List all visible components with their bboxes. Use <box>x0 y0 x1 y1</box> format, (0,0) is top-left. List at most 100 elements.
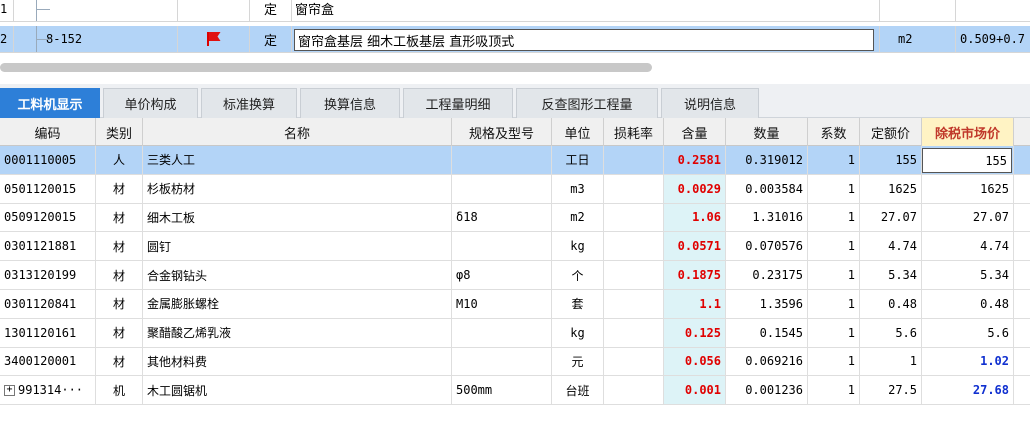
cell-spec[interactable]: 500mm <box>452 376 552 405</box>
cell-quota-price[interactable]: 5.6 <box>860 318 922 347</box>
cell-quota-price[interactable]: 0.48 <box>860 290 922 318</box>
cell-name[interactable]: 木工圆锯机 <box>143 376 452 405</box>
cell-spec[interactable] <box>452 232 552 261</box>
tab-reverse-lookup[interactable]: 反查图形工程量 <box>516 88 658 118</box>
cell-name[interactable]: 圆钉 <box>143 232 452 261</box>
cell-name[interactable]: 细木工板 <box>143 203 452 232</box>
header-quota-price[interactable]: 定额价 <box>860 118 922 146</box>
top-row-2[interactable]: 2 8-152 定 窗帘盒基层 细木工板基层 直形吸顶式 m2 0.509+0.… <box>0 26 1030 53</box>
name-cell[interactable]: 窗帘盒 <box>292 0 880 21</box>
cell-content[interactable]: 1.1 <box>664 290 726 318</box>
header-unit[interactable]: 单位 <box>552 118 604 146</box>
cell-extra[interactable] <box>1014 290 1030 318</box>
cell-category[interactable]: 材 <box>96 232 143 261</box>
cell-loss-rate[interactable] <box>604 261 664 289</box>
table-row[interactable]: 0313120199 材 合金钢钻头 φ8 个 0.1875 0.23175 1 5.34 5.3… <box>0 261 1030 290</box>
cell-extra[interactable] <box>1014 319 1030 347</box>
cell-category[interactable]: 机 <box>96 376 143 405</box>
cell-coefficient[interactable]: 1 <box>808 347 860 376</box>
table-row[interactable]: 0001110005 人 三类人工 工日 0.2581 0.319012 1 155 155 <box>0 146 1030 175</box>
cell-content[interactable]: 0.056 <box>664 347 726 376</box>
cell-code[interactable]: 0313120199 <box>0 261 96 289</box>
cell-amount[interactable]: 1.3596 <box>726 290 808 318</box>
cell-coefficient[interactable]: 1 <box>808 203 860 232</box>
header-category[interactable]: 类别 <box>96 118 143 146</box>
cell-market-price[interactable]: 0.48 <box>922 290 1014 318</box>
expand-icon[interactable]: + <box>4 384 15 396</box>
cell-coefficient[interactable]: 1 <box>808 318 860 347</box>
cell-unit[interactable]: 元 <box>552 347 604 376</box>
cell-spec[interactable]: φ8 <box>452 261 552 289</box>
cell-code[interactable]: 0501120015 <box>0 174 96 203</box>
cell-quota-price[interactable]: 1 <box>860 347 922 376</box>
cell-code[interactable]: +991314··· <box>0 376 96 405</box>
tab-labor-material[interactable]: 工料机显示 <box>0 88 100 118</box>
cell-content[interactable]: 1.06 <box>664 203 726 232</box>
cell-extra[interactable] <box>1014 232 1030 260</box>
cell-code[interactable]: 1301120161 <box>0 318 96 347</box>
cell-quota-price[interactable]: 27.5 <box>860 376 922 405</box>
tab-quantity-detail[interactable]: 工程量明细 <box>403 88 513 118</box>
cell-category[interactable]: 材 <box>96 290 143 318</box>
cell-category[interactable]: 材 <box>96 174 143 203</box>
cell-market-price[interactable]: 155 <box>922 146 1014 174</box>
cell-amount[interactable]: 0.23175 <box>726 261 808 289</box>
cell-market-price[interactable]: 5.34 <box>922 261 1014 289</box>
cell-loss-rate[interactable] <box>604 318 664 347</box>
header-market-price[interactable]: 除税市场价 <box>922 118 1014 146</box>
cell-unit[interactable]: m3 <box>552 174 604 203</box>
cell-quota-price[interactable]: 27.07 <box>860 203 922 232</box>
top-row-1[interactable]: 1 定 窗帘盒 <box>0 0 1030 22</box>
cell-amount[interactable]: 0.069216 <box>726 347 808 376</box>
cell-name[interactable]: 聚醋酸乙烯乳液 <box>143 318 452 347</box>
table-row[interactable]: +991314··· 机 木工圆锯机 500mm 台班 0.001 0.001236 1 27.… <box>0 376 1030 406</box>
header-name[interactable]: 名称 <box>143 118 452 146</box>
cell-quota-price[interactable]: 1625 <box>860 174 922 203</box>
cell-coefficient[interactable]: 1 <box>808 232 860 261</box>
cell-code[interactable]: 0301120841 <box>0 290 96 318</box>
cell-category[interactable]: 材 <box>96 261 143 289</box>
cell-extra[interactable] <box>1014 204 1030 232</box>
cell-spec[interactable]: δ18 <box>452 203 552 232</box>
cell-amount[interactable]: 0.001236 <box>726 376 808 405</box>
cell-unit[interactable]: 套 <box>552 290 604 318</box>
cell-market-price[interactable]: 27.07 <box>922 203 1014 232</box>
cell-quota-price[interactable]: 155 <box>860 146 922 174</box>
cell-coefficient[interactable]: 1 <box>808 146 860 174</box>
cell-content[interactable]: 0.001 <box>664 376 726 405</box>
cell-market-price[interactable]: 5.6 <box>922 318 1014 347</box>
cell-spec[interactable] <box>452 318 552 347</box>
cell-unit[interactable]: 个 <box>552 261 604 289</box>
cell-coefficient[interactable]: 1 <box>808 174 860 203</box>
header-loss-rate[interactable]: 损耗率 <box>604 118 664 146</box>
cell-market-price[interactable]: 1.02 <box>922 347 1014 376</box>
tab-standard-conversion[interactable]: 标准换算 <box>201 88 297 118</box>
cell-category[interactable]: 材 <box>96 347 143 376</box>
cell-extra[interactable] <box>1014 348 1030 376</box>
cell-content[interactable]: 0.0029 <box>664 174 726 203</box>
cell-category[interactable]: 人 <box>96 146 143 174</box>
cell-code[interactable]: 0301121881 <box>0 232 96 261</box>
cell-code[interactable]: 0001110005 <box>0 146 96 174</box>
table-row[interactable]: 3400120001 材 其他材料费 元 0.056 0.069216 1 1 1.02 <box>0 347 1030 377</box>
cell-market-price[interactable]: 27.68 <box>922 376 1014 405</box>
cell-category[interactable]: 材 <box>96 318 143 347</box>
cell-coefficient[interactable]: 1 <box>808 290 860 318</box>
cell-unit[interactable]: kg <box>552 232 604 261</box>
header-content[interactable]: 含量 <box>664 118 726 146</box>
cell-quota-price[interactable]: 5.34 <box>860 261 922 289</box>
cell-name[interactable]: 其他材料费 <box>143 347 452 376</box>
cell-loss-rate[interactable] <box>604 146 664 174</box>
cell-unit[interactable]: kg <box>552 318 604 347</box>
name-edit-field[interactable]: 窗帘盒基层 细木工板基层 直形吸顶式 <box>294 29 874 51</box>
tab-unit-price[interactable]: 单价构成 <box>103 88 198 118</box>
cell-amount[interactable]: 0.003584 <box>726 174 808 203</box>
cell-content[interactable]: 0.0571 <box>664 232 726 261</box>
cell-unit[interactable]: 工日 <box>552 146 604 174</box>
cell-coefficient[interactable]: 1 <box>808 261 860 289</box>
cell-loss-rate[interactable] <box>604 376 664 405</box>
tab-description[interactable]: 说明信息 <box>661 88 759 118</box>
cell-code[interactable]: 0509120015 <box>0 203 96 232</box>
cell-content[interactable]: 0.2581 <box>664 146 726 174</box>
table-row[interactable]: 0301121881 材 圆钉 kg 0.0571 0.070576 1 4.74 4.74 <box>0 232 1030 262</box>
